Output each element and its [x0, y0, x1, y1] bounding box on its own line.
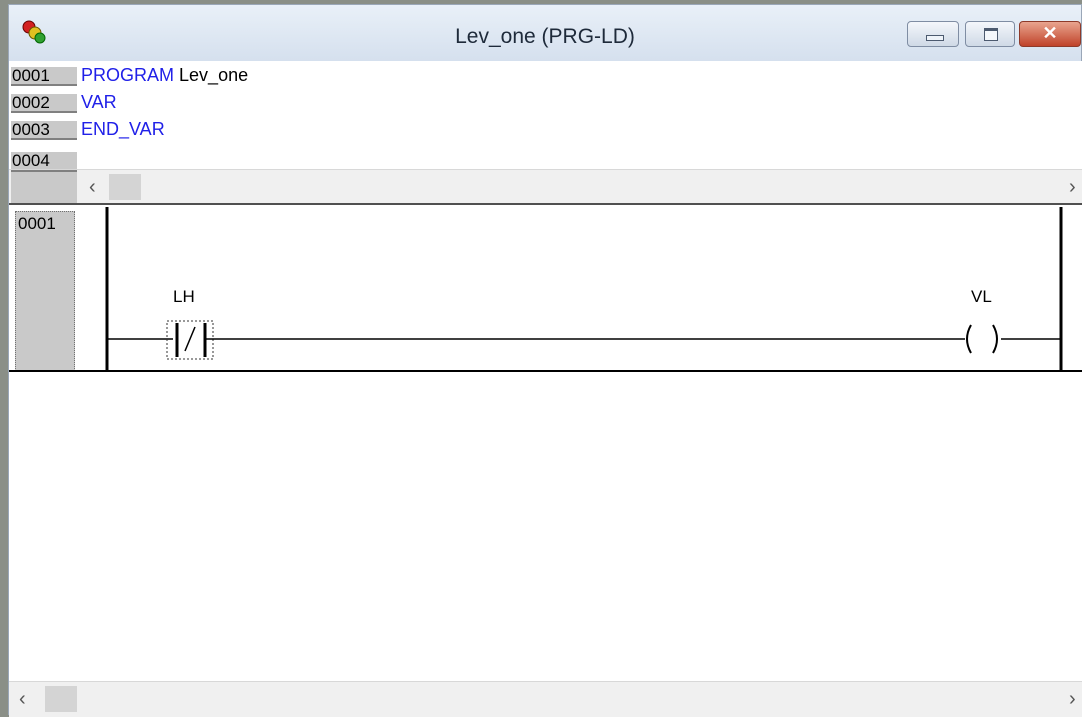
- close-button[interactable]: ✕: [1019, 21, 1081, 47]
- ld-editor-window: Lev_one (PRG-LD) ✕ 0001 PROGRAM Lev_one …: [8, 4, 1082, 717]
- close-icon: ✕: [1042, 23, 1058, 43]
- keyword: END_VAR: [81, 119, 165, 139]
- ladder-editor[interactable]: 0001 LH VL: [9, 203, 1082, 681]
- contact-variable-label[interactable]: LH: [173, 287, 195, 307]
- scroll-right-arrow-icon[interactable]: ›: [1069, 688, 1076, 711]
- line-number: 0004: [11, 152, 77, 169]
- coil-right-arc: [992, 324, 998, 354]
- ladder-hscrollbar[interactable]: ‹ ›: [9, 681, 1082, 717]
- code-line[interactable]: PROGRAM Lev_one: [81, 66, 248, 85]
- line-number: 0002: [11, 94, 77, 113]
- coil-left-arc: [966, 324, 972, 354]
- maximize-button[interactable]: [965, 21, 1015, 47]
- scroll-right-arrow-icon[interactable]: ›: [1069, 176, 1076, 199]
- code-line[interactable]: END_VAR: [81, 120, 165, 139]
- maximize-icon: [984, 28, 998, 41]
- scroll-left-arrow-icon[interactable]: ‹: [19, 688, 26, 711]
- code-line[interactable]: VAR: [81, 93, 117, 112]
- line-number-gutter: [11, 170, 77, 204]
- declaration-editor[interactable]: 0001 PROGRAM Lev_one 0002 VAR 0003 END_V…: [9, 61, 1082, 169]
- keyword: PROGRAM: [81, 65, 175, 85]
- minimize-icon: [926, 35, 944, 41]
- keyword: VAR: [81, 92, 117, 112]
- scroll-thumb[interactable]: [109, 174, 141, 200]
- scroll-thumb[interactable]: [45, 686, 77, 712]
- coil-variable-label[interactable]: VL: [971, 287, 992, 307]
- identifier: Lev_one: [179, 65, 249, 85]
- minimize-button[interactable]: [907, 21, 959, 47]
- scroll-left-arrow-icon[interactable]: ‹: [89, 176, 96, 199]
- ladder-rung: [9, 207, 1082, 372]
- line-number: 0003: [11, 121, 77, 140]
- title-bar[interactable]: Lev_one (PRG-LD) ✕: [9, 5, 1081, 61]
- contact-slash: [184, 326, 196, 352]
- line-number: 0001: [11, 67, 77, 86]
- declaration-hscrollbar[interactable]: ‹ ›: [9, 169, 1082, 204]
